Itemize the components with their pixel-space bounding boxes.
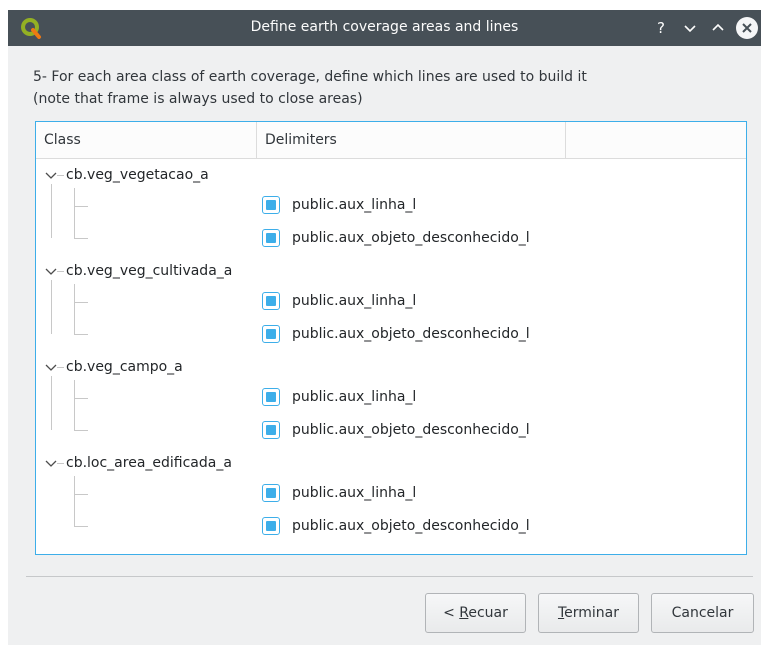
tree-branch-line [74, 398, 88, 399]
tree-group-label[interactable]: cb.loc_area_edificada_a [66, 452, 232, 474]
column-header-class[interactable]: Class [36, 122, 257, 159]
tree-group-label[interactable]: cb.veg_campo_a [66, 356, 183, 378]
back-button-mnemonic: R [459, 605, 469, 621]
instructions-line-2: (note that frame is always used to close… [33, 91, 363, 107]
button-separator [26, 576, 753, 577]
column-header-empty[interactable] [566, 122, 746, 159]
tree-branch-line [57, 175, 64, 176]
instructions-text: 5- For each area class of earth coverage… [33, 66, 733, 110]
tree-branch-line [74, 430, 88, 431]
window-title: Define earth coverage areas and lines [250, 19, 519, 35]
checkbox-fill [266, 425, 276, 435]
tree-guide-line [51, 184, 52, 238]
tree-guide-line [74, 188, 75, 238]
checkbox-fill [266, 521, 276, 531]
tree-child-label: public.aux_objeto_desconhecido_l [292, 518, 530, 534]
tree-guide-line [51, 280, 52, 334]
column-header-delimiters[interactable]: Delimiters [257, 122, 566, 159]
tree-branch-line [74, 526, 88, 527]
checkbox-checked-icon[interactable] [262, 517, 280, 535]
checkbox-fill [266, 296, 276, 306]
tree-child-label: public.aux_linha_l [292, 485, 417, 501]
tree-child-label: public.aux_linha_l [292, 389, 417, 405]
coverage-tree[interactable]: Class Delimiters cb.veg_vegetacao_a publ… [35, 121, 747, 555]
finish-button[interactable]: Terminar [538, 593, 639, 633]
back-button-rest: ecuar [468, 605, 508, 621]
instructions-line-1: 5- For each area class of earth coverage… [33, 69, 587, 85]
tree-header: Class Delimiters [36, 122, 746, 159]
tree-guide-line [51, 376, 52, 430]
title-bar[interactable]: Define earth coverage areas and lines ? [8, 10, 761, 46]
dialog-window: Define earth coverage areas and lines ? … [8, 10, 761, 645]
checkbox-checked-icon[interactable] [262, 421, 280, 439]
tree-child-label: public.aux_objeto_desconhecido_l [292, 422, 530, 438]
checkbox-fill [266, 233, 276, 243]
tree-group-label[interactable]: cb.veg_veg_cultivada_a [66, 260, 232, 282]
tree-child-label: public.aux_objeto_desconhecido_l [292, 326, 530, 342]
back-button-prefix: < [443, 605, 460, 621]
tree-branch-line [57, 463, 64, 464]
close-button[interactable] [736, 17, 758, 39]
tree-guide-line [74, 476, 75, 526]
checkbox-checked-icon[interactable] [262, 484, 280, 502]
checkbox-fill [266, 488, 276, 498]
checkbox-fill [266, 200, 276, 210]
checkbox-fill [266, 329, 276, 339]
chevron-down-icon[interactable] [44, 264, 58, 278]
tree-child-label: public.aux_objeto_desconhecido_l [292, 230, 530, 246]
tree-guide-line [74, 284, 75, 334]
finish-button-rest: erminar [564, 605, 620, 621]
tree-branch-line [74, 494, 88, 495]
tree-group-label[interactable]: cb.veg_vegetacao_a [66, 164, 209, 186]
checkbox-checked-icon[interactable] [262, 229, 280, 247]
cancel-button[interactable]: Cancelar [651, 593, 754, 633]
tree-guide-line [74, 380, 75, 430]
chevron-down-icon[interactable] [44, 360, 58, 374]
tree-branch-line [74, 238, 88, 239]
checkbox-checked-icon[interactable] [262, 196, 280, 214]
tree-branch-line [74, 302, 88, 303]
checkbox-checked-icon[interactable] [262, 292, 280, 310]
back-button[interactable]: < Recuar [425, 593, 526, 633]
cancel-button-label: Cancelar [671, 605, 734, 621]
minimize-button[interactable] [680, 18, 700, 38]
checkbox-fill [266, 392, 276, 402]
chevron-down-icon[interactable] [44, 456, 58, 470]
tree-branch-line [57, 271, 64, 272]
tree-child-label: public.aux_linha_l [292, 197, 417, 213]
maximize-button[interactable] [708, 18, 728, 38]
chevron-down-icon[interactable] [44, 168, 58, 182]
tree-child-label: public.aux_linha_l [292, 293, 417, 309]
tree-branch-line [74, 206, 88, 207]
tree-branch-line [74, 334, 88, 335]
checkbox-checked-icon[interactable] [262, 388, 280, 406]
checkbox-checked-icon[interactable] [262, 325, 280, 343]
tree-branch-line [57, 367, 64, 368]
help-button[interactable]: ? [651, 18, 671, 38]
